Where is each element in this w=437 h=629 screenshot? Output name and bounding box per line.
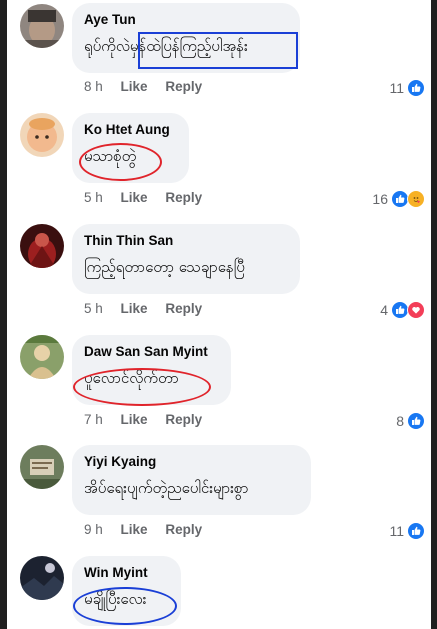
love-icon (407, 301, 425, 319)
care-icon (407, 190, 425, 208)
avatar[interactable] (20, 445, 64, 489)
comment-author[interactable]: Yiyi Kyaing (84, 453, 299, 471)
comment-bubble: Thin Thin San ကြည့်ရတာတော့ သေချာနေပြီ (72, 224, 300, 294)
reaction-count: 16 (372, 191, 388, 207)
comment-actions: 5 h Like Reply (84, 301, 216, 316)
avatar[interactable] (20, 556, 64, 600)
reply-link[interactable]: Reply (165, 412, 202, 427)
like-link[interactable]: Like (121, 190, 148, 205)
comment-time[interactable]: 5 h (84, 190, 103, 205)
red-oval-mark (79, 143, 162, 181)
reaction-count: 11 (389, 80, 404, 96)
comment-text-part: ရုပ်ကိုလဲ (84, 37, 130, 55)
reaction-summary[interactable]: 8 (396, 412, 425, 430)
window-frame-right (431, 0, 437, 629)
reaction-summary[interactable]: 4 (380, 301, 425, 319)
like-icon (407, 522, 425, 540)
reaction-summary[interactable]: 16 (372, 190, 425, 208)
comment-author[interactable]: Thin Thin San (84, 232, 288, 250)
comment-actions: 5 h Like Reply (84, 190, 216, 205)
comment-author[interactable]: Ko Htet Aung (84, 121, 177, 139)
reaction-count: 4 (380, 302, 388, 318)
reply-link[interactable]: Reply (165, 190, 202, 205)
comment-text: အိပ်ရေးပျက်တဲ့ညပေါင်းများစွာ (84, 479, 249, 497)
like-link[interactable]: Like (121, 301, 148, 316)
red-oval-mark (73, 368, 211, 406)
reply-link[interactable]: Reply (165, 79, 202, 94)
comment-author[interactable]: Aye Tun (84, 11, 288, 29)
comment-text: ကြည့်ရတာတော့ သေချာနေပြီ (84, 258, 245, 276)
comment-author[interactable]: Daw San San Myint (84, 343, 219, 361)
like-link[interactable]: Like (121, 412, 148, 427)
like-icon (407, 412, 425, 430)
like-link[interactable]: Like (121, 522, 148, 537)
comment-author[interactable]: Win Myint (84, 564, 169, 582)
reaction-count: 11 (389, 523, 404, 539)
avatar[interactable] (20, 113, 64, 157)
comment-actions: 9 h Like Reply (84, 522, 216, 537)
comment-time[interactable]: 8 h (84, 79, 103, 94)
reply-link[interactable]: Reply (165, 301, 202, 316)
avatar[interactable] (20, 4, 64, 48)
reaction-summary[interactable]: 11 (389, 79, 425, 97)
avatar[interactable] (20, 335, 64, 379)
blue-rectangle-mark (138, 32, 298, 69)
reaction-count: 8 (396, 413, 404, 429)
comment-time[interactable]: 7 h (84, 412, 103, 427)
comment-actions: 7 h Like Reply (84, 412, 216, 427)
comment-time[interactable]: 9 h (84, 522, 103, 537)
like-icon (407, 79, 425, 97)
blue-oval-mark (73, 587, 177, 625)
avatar[interactable] (20, 224, 64, 268)
comment-actions: 8 h Like Reply (84, 79, 216, 94)
like-link[interactable]: Like (121, 79, 148, 94)
reaction-summary[interactable]: 11 (389, 522, 425, 540)
comment-time[interactable]: 5 h (84, 301, 103, 316)
window-frame-left (0, 0, 7, 629)
comment-bubble: Yiyi Kyaing အိပ်ရေးပျက်တဲ့ညပေါင်းများစွာ (72, 445, 311, 515)
reply-link[interactable]: Reply (165, 522, 202, 537)
